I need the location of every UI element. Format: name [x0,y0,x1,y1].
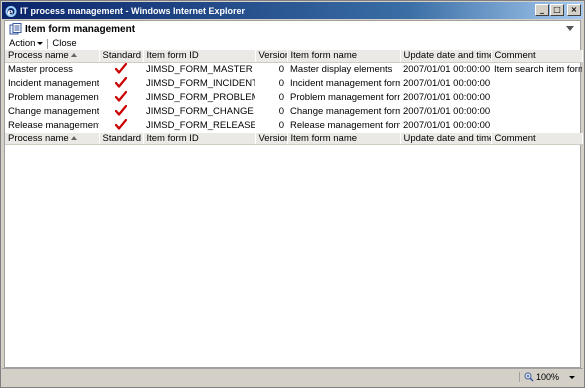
cell-item-form-id: JIMSD_FORM_RELEASE [146,120,255,131]
page-title: Item form management [25,23,136,35]
column-footer-item-form-id[interactable]: Item form ID [143,132,256,145]
internet-explorer-icon: e [5,5,17,17]
table-row[interactable]: Release management JIMSD_FORM_RELEASE 0 Rel… [5,118,582,133]
action-menu-label: Action [9,37,36,49]
cell-version: 0 [278,64,284,75]
window-title: IT process management - Windows Internet… [20,5,245,16]
table-row[interactable]: Problem management JIMSD_FORM_PROBLEM 0 Pro… [5,90,582,105]
cell-item-form-name: Change management form [290,106,400,117]
check-mark-icon [114,90,128,102]
action-menu-button[interactable]: Action [5,38,47,50]
table-header-row: Process name Standard Item form ID Versi… [5,50,583,63]
zoom-icon [524,372,534,382]
column-header-item-form-name[interactable]: Item form name [287,50,401,63]
sort-ascending-icon [70,135,77,140]
cell-comment [491,91,582,105]
column-header-comment[interactable]: Comment [491,50,583,63]
column-footer-version[interactable]: Version [255,132,288,145]
svg-text:e: e [8,8,14,17]
sort-ascending-icon [70,53,77,58]
toolbar: Action Close [5,37,580,50]
cell-comment [491,105,582,119]
browser-window: e IT process management - Windows Intern… [0,0,585,388]
cell-standard [99,76,143,91]
cell-update-date: 2007/01/01 00:00:00 [403,106,491,117]
column-footer-process-name[interactable]: Process name [5,132,100,145]
check-mark-icon [114,118,128,130]
cell-standard [99,104,143,119]
column-footer-item-form-name[interactable]: Item form name [287,132,401,145]
status-bar: 100% [2,368,583,386]
close-window-button[interactable]: × [567,4,581,16]
cell-comment [491,119,582,133]
cell-version: 0 [278,120,284,131]
check-mark-icon [114,104,128,116]
column-footer-comment[interactable]: Comment [491,132,583,145]
check-mark-icon [114,62,128,74]
chevron-down-icon [569,375,575,379]
minimize-button[interactable]: _ [535,4,549,16]
cell-process-name: Change management [8,106,99,117]
maximize-button[interactable]: □ [550,4,564,16]
cell-standard [99,118,143,133]
cell-update-date: 2007/01/01 00:00:00 [403,78,491,89]
cell-process-name: Problem management [8,92,99,103]
cell-version: 0 [278,92,284,103]
zoom-control[interactable]: 100% [518,372,575,382]
cell-item-form-name: Problem management form [290,92,400,103]
item-form-table: Process name Standard Item form ID Versi… [5,50,583,145]
table-row[interactable]: Change management JIMSD_FORM_CHANGE 0 Chang… [5,104,582,119]
cell-standard [99,90,143,105]
form-management-icon [9,23,22,35]
check-mark-icon [114,76,128,88]
page-header: Item form management [5,21,580,37]
cell-version: 0 [278,78,284,89]
cell-version: 0 [278,106,284,117]
cell-process-name: Incident management [8,78,99,89]
cell-process-name: Release management [8,120,99,131]
cell-item-form-name: Master display elements [290,64,393,75]
cell-comment: Item search item form [494,64,582,75]
cell-item-form-id: JIMSD_FORM_MASTER [146,64,253,75]
cell-update-date: 2007/01/01 00:00:00 [403,64,491,75]
cell-update-date: 2007/01/01 00:00:00 [403,92,491,103]
close-button[interactable]: Close [48,38,80,50]
collapse-arrow-icon[interactable] [566,26,574,31]
column-header-item-form-id[interactable]: Item form ID [143,50,256,63]
column-header-update-date[interactable]: Update date and time [400,50,492,63]
chevron-down-icon [37,42,44,45]
cell-item-form-name: Incident management form [290,78,400,89]
column-header-process-name[interactable]: Process name [5,50,100,63]
column-header-version[interactable]: Version [255,50,288,63]
window-titlebar[interactable]: e IT process management - Windows Intern… [2,2,583,19]
cell-process-name: Master process [8,64,73,75]
cell-standard [99,62,143,77]
zoom-level: 100% [535,372,559,382]
cell-item-form-name: Release management form [290,120,400,131]
table-row[interactable]: Incident management JIMSD_FORM_INCIDENT 0 I… [5,76,582,91]
table-footer-row: Process name Standard Item form ID Versi… [5,132,583,145]
column-header-standard[interactable]: Standard [99,50,144,63]
table-row[interactable]: Master process JIMSD_FORM_MASTER 0 Master d… [5,62,582,77]
page-content: Item form management Action Close Proces… [4,20,583,368]
cell-comment [491,77,582,91]
cell-item-form-id: JIMSD_FORM_CHANGE [146,106,254,117]
column-footer-standard[interactable]: Standard [99,132,144,145]
cell-update-date: 2007/01/01 00:00:00 [403,120,491,131]
column-footer-update-date[interactable]: Update date and time [400,132,492,145]
cell-item-form-id: JIMSD_FORM_INCIDENT [146,78,255,89]
cell-item-form-id: JIMSD_FORM_PROBLEM [146,92,255,103]
